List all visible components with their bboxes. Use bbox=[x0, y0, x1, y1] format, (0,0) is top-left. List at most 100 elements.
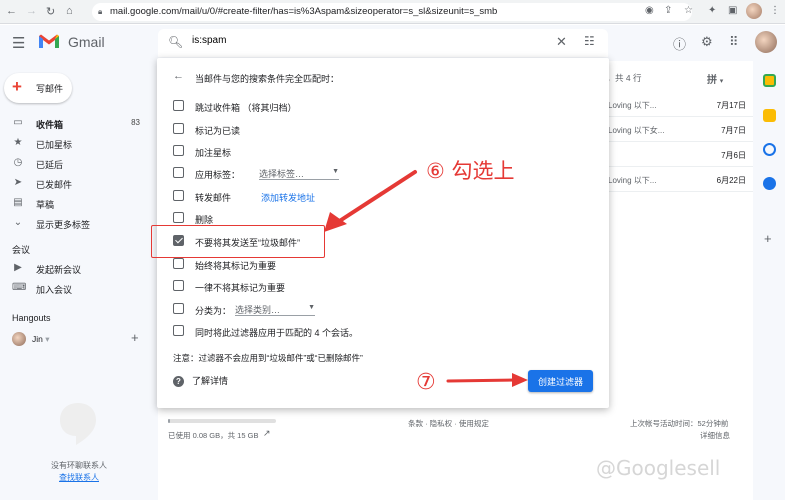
option-mark-read[interactable]: 标记为已读 bbox=[173, 121, 593, 137]
left-sidebar: + 写邮件 ▭ 收件箱 83 ★ 已加星标 ◷ 已延后 ➤ 已发邮件 ▤ 草稿 … bbox=[0, 61, 158, 500]
search-bar: 🔍︎ ✕ ☷ bbox=[158, 29, 608, 57]
calendar-icon[interactable] bbox=[763, 74, 776, 87]
keyboard-icon: ⌨ bbox=[12, 282, 27, 293]
back-arrow-icon[interactable]: ← bbox=[173, 70, 184, 82]
option-star[interactable]: 加注星标 bbox=[173, 143, 593, 159]
option-delete[interactable]: 删除 bbox=[173, 210, 593, 226]
menu-icon[interactable]: ☰ bbox=[12, 34, 25, 52]
bookmark-star-icon[interactable]: ☆ bbox=[684, 5, 693, 16]
reload-icon[interactable]: ↻ bbox=[46, 5, 55, 18]
forward-arrow-icon[interactable]: → bbox=[26, 5, 37, 17]
option-forward[interactable]: 转发邮件 添加转发地址 bbox=[173, 188, 593, 204]
category-select-value: 选择类别… bbox=[235, 305, 281, 315]
chevron-down-icon: ⌄ bbox=[13, 217, 23, 228]
compose-button[interactable]: + 写邮件 bbox=[4, 73, 72, 103]
gmail-wordmark[interactable]: Gmail bbox=[68, 34, 105, 50]
no-contacts-text: 没有环聊联系人 bbox=[51, 461, 107, 470]
more-vert-icon[interactable]: ⋮ bbox=[770, 5, 780, 16]
meet-item-label: 发起新会议 bbox=[36, 265, 82, 275]
add-forward-address-link[interactable]: 添加转发地址 bbox=[261, 191, 315, 204]
eye-icon[interactable]: ◉ bbox=[645, 5, 654, 16]
account-avatar[interactable] bbox=[755, 31, 777, 53]
sidebar-item-drafts[interactable]: ▤ 草稿 bbox=[0, 193, 150, 213]
draft-icon: ▤ bbox=[13, 197, 23, 208]
step-seven-annotation: ⑦ bbox=[416, 370, 436, 395]
search-input[interactable] bbox=[192, 35, 512, 46]
search-options-icon[interactable]: ☷ bbox=[584, 34, 595, 48]
tasks-icon[interactable] bbox=[763, 143, 776, 156]
star-checkbox[interactable] bbox=[173, 145, 184, 156]
hangouts-avatar[interactable] bbox=[12, 332, 26, 346]
find-contacts-link[interactable]: 查找联系人 bbox=[59, 473, 99, 482]
sidebar-item-label: 已加星标 bbox=[36, 140, 73, 150]
option-never-important[interactable]: 一律不将其标记为重要 bbox=[173, 278, 593, 294]
step-six-annotation: ⑥ 勾选上 bbox=[426, 159, 515, 183]
clear-search-icon[interactable]: ✕ bbox=[556, 34, 567, 50]
option-categorize[interactable]: 分类为： 选择类别… ▼ bbox=[173, 301, 593, 317]
create-filter-button[interactable]: 创建过滤器 bbox=[528, 370, 593, 392]
address-bar[interactable]: 🔒︎ mail.google.com/mail/u/0/#create-filt… bbox=[92, 3, 692, 21]
search-icon[interactable]: 🔍︎ bbox=[168, 35, 183, 49]
meet-new-meeting[interactable]: ▶ 发起新会议 bbox=[0, 258, 150, 278]
row-snippet: Loving 以下... bbox=[608, 176, 657, 185]
sidebar-item-more[interactable]: ⌄ 显示更多标签 bbox=[0, 213, 150, 233]
learn-more-link[interactable]: ? 了解详情 bbox=[173, 374, 228, 387]
policy-links[interactable]: 条款 · 隐私权 · 使用规定 bbox=[408, 418, 489, 429]
help-icon[interactable]: ⓘ bbox=[673, 34, 686, 53]
extensions-icon[interactable]: ✦ bbox=[708, 5, 716, 16]
browser-profile-avatar[interactable] bbox=[746, 3, 762, 19]
category-select[interactable]: 选择类别… ▼ bbox=[235, 301, 315, 316]
dropdown-caret-icon: ▼ bbox=[332, 168, 339, 175]
last-activity-text: 上次帐号活动时间：52分钟前 bbox=[630, 419, 729, 428]
add-addon-icon[interactable]: + bbox=[764, 231, 772, 246]
settings-gear-icon[interactable]: ⚙ bbox=[701, 34, 713, 50]
back-arrow-icon[interactable]: ← bbox=[6, 5, 17, 17]
watermark: @Googlesell bbox=[596, 456, 721, 480]
never-important-checkbox[interactable] bbox=[173, 280, 184, 291]
option-skip-inbox[interactable]: 跳过收件箱 （将其归档） bbox=[173, 98, 593, 114]
sidepanel-icon[interactable]: ▣ bbox=[728, 5, 737, 16]
dialog-title: 当邮件与您的搜索条件完全匹配时： bbox=[195, 74, 340, 84]
categorize-checkbox[interactable] bbox=[173, 303, 184, 314]
skip-inbox-checkbox[interactable] bbox=[173, 100, 184, 111]
activity-details-link[interactable]: 详细信息 bbox=[700, 430, 730, 441]
dropdown-caret-icon: ▼ bbox=[308, 304, 315, 311]
meet-section-title: 会议 bbox=[12, 245, 31, 255]
open-storage-icon[interactable]: ↗ bbox=[263, 428, 271, 439]
option-apply-label[interactable]: 应用标签： 选择标签… ▼ bbox=[173, 165, 593, 181]
sidebar-item-inbox[interactable]: ▭ 收件箱 83 bbox=[0, 113, 150, 133]
video-icon: ▶ bbox=[14, 262, 22, 273]
share-icon[interactable]: ⇪ bbox=[664, 5, 672, 16]
browser-toolbar: ← → ↻ ⌂ 🔒︎ mail.google.com/mail/u/0/#cre… bbox=[0, 0, 785, 24]
input-tool-button[interactable]: 拼 ▾ bbox=[707, 71, 723, 86]
contacts-icon[interactable] bbox=[763, 177, 776, 190]
also-apply-checkbox[interactable] bbox=[173, 325, 184, 336]
forward-checkbox[interactable] bbox=[173, 190, 184, 201]
chat-bubble-icon bbox=[60, 403, 96, 445]
home-icon[interactable]: ⌂ bbox=[66, 5, 73, 17]
always-important-checkbox[interactable] bbox=[173, 258, 184, 269]
storage-text: 已使用 0.08 GB，共 15 GB bbox=[168, 431, 259, 440]
sidebar-item-sent[interactable]: ➤ 已发邮件 bbox=[0, 173, 150, 193]
gmail-header: ☰ Gmail 🔍︎ ✕ ☷ ⓘ ⚙ ⠿ bbox=[0, 25, 785, 61]
star-icon: ★ bbox=[13, 137, 23, 148]
mark-read-checkbox[interactable] bbox=[173, 123, 184, 134]
sidebar-item-starred[interactable]: ★ 已加星标 bbox=[0, 133, 150, 153]
option-label: 一律不将其标记为重要 bbox=[195, 283, 286, 293]
apply-label-checkbox[interactable] bbox=[173, 167, 184, 178]
row-date: 7月17日 bbox=[716, 101, 746, 110]
hangouts-user[interactable]: Jin ▾ bbox=[32, 334, 50, 345]
delete-checkbox[interactable] bbox=[173, 212, 184, 223]
add-hangout-icon[interactable]: + bbox=[131, 330, 139, 345]
sidebar-item-label: 收件箱 bbox=[36, 120, 64, 130]
apps-grid-icon[interactable]: ⠿ bbox=[729, 34, 739, 50]
storage-fill bbox=[168, 419, 170, 423]
meet-join-meeting[interactable]: ⌨ 加入会议 bbox=[0, 278, 150, 298]
compose-label: 写邮件 bbox=[36, 84, 64, 94]
label-select[interactable]: 选择标签… ▼ bbox=[259, 165, 339, 180]
option-also-apply[interactable]: 同时将此过滤器应用于匹配的 4 个会话。 bbox=[173, 323, 593, 339]
keep-icon[interactable] bbox=[763, 109, 776, 122]
sidebar-item-snoozed[interactable]: ◷ 已延后 bbox=[0, 153, 150, 173]
option-always-important[interactable]: 始终将其标记为重要 bbox=[173, 256, 593, 272]
sidebar-item-label: 已发邮件 bbox=[36, 180, 73, 190]
